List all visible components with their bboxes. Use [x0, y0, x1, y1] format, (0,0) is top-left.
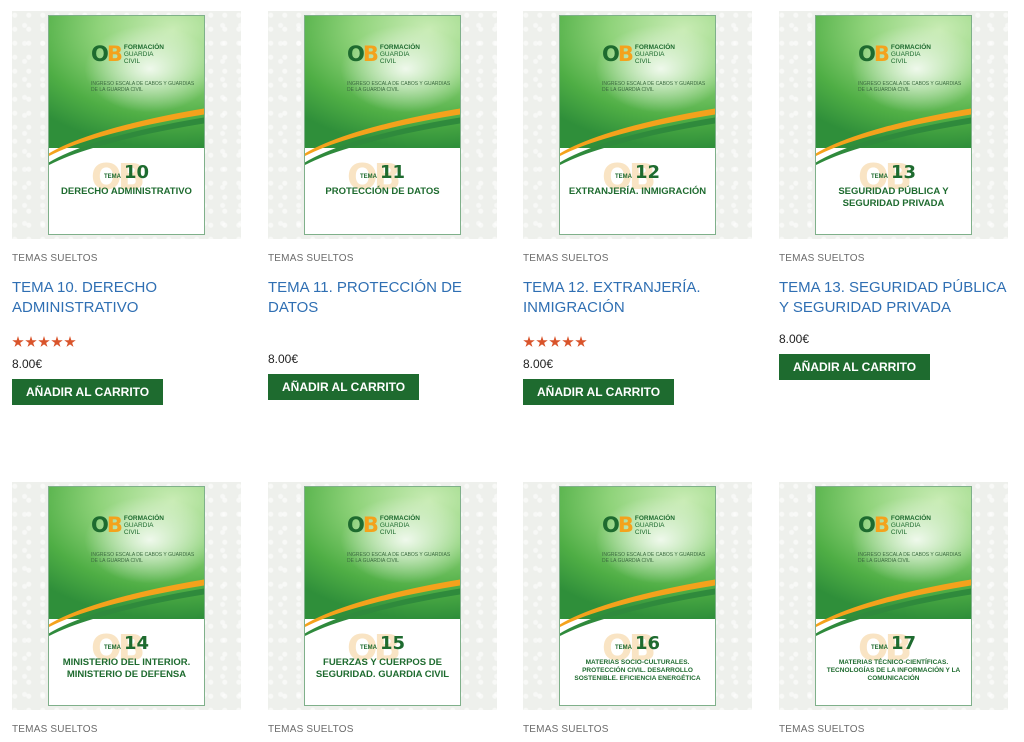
- product-category: TEMAS SUELTOS: [268, 253, 354, 264]
- star-icon: [575, 336, 587, 347]
- book-cover: OB FORMACIÓN GUARDIA CIVIL INGRESO ESCALA …: [559, 15, 716, 235]
- cover-title: EXTRANJERÍA. INMIGRACIÓN: [568, 186, 707, 197]
- product-category: TEMAS SUELTOS: [779, 253, 865, 264]
- product-title[interactable]: TEMA 13. SEGURIDAD PÚBLICA Y SEGURIDAD P…: [779, 278, 1008, 318]
- cover-subtitle: INGRESO ESCALA DE CABOS Y GUARDIAS DE LA…: [347, 81, 451, 93]
- cover-subtitle: INGRESO ESCALA DE CABOS Y GUARDIAS DE LA…: [858, 552, 962, 564]
- add-to-cart-button[interactable]: AÑADIR AL CARRITO: [12, 379, 164, 405]
- cover-subtitle: INGRESO ESCALA DE CABOS Y GUARDIAS DE LA…: [91, 552, 195, 564]
- book-cover: OB FORMACIÓN GUARDIA CIVIL INGRESO ESCALA …: [48, 15, 205, 235]
- product-category: TEMAS SUELTOS: [12, 253, 98, 264]
- star-icon: [536, 336, 548, 347]
- star-icon: [12, 336, 24, 347]
- product-title[interactable]: TEMA 12. EXTRANJERÍA. INMIGRACIÓN: [523, 278, 752, 318]
- cover-number: 14: [123, 633, 150, 654]
- brand-logo: OB FORMACIÓN GUARDIA CIVIL: [347, 513, 420, 537]
- product-image[interactable]: OB FORMACIÓN GUARDIA CIVIL INGRESO ESCALA …: [12, 482, 241, 710]
- cover-title: MATERIAS TÉCNICO-CIENTÍFICAS. TECNOLOGÍA…: [826, 659, 961, 682]
- product-image[interactable]: OB FORMACIÓN GUARDIA CIVIL INGRESO ESCALA …: [12, 11, 241, 239]
- product-card: OB FORMACIÓN GUARDIA CIVIL INGRESO ESCALA …: [779, 11, 1008, 380]
- cover-number: 10: [123, 162, 150, 183]
- book-cover: OB FORMACIÓN GUARDIA CIVIL INGRESO ESCALA …: [304, 486, 461, 706]
- cover-title: PROTECCIÓN DE DATOS: [325, 186, 440, 197]
- product-category: TEMAS SUELTOS: [12, 724, 98, 735]
- cover-subtitle: INGRESO ESCALA DE CABOS Y GUARDIAS DE LA…: [858, 81, 962, 93]
- product-category: TEMAS SUELTOS: [779, 724, 865, 735]
- book-cover: OB FORMACIÓN GUARDIA CIVIL INGRESO ESCALA …: [815, 486, 972, 706]
- product-grid: OB FORMACIÓN GUARDIA CIVIL INGRESO ESCALA …: [0, 0, 1024, 742]
- cover-subtitle: INGRESO ESCALA DE CABOS Y GUARDIAS DE LA…: [602, 552, 706, 564]
- brand-logo: OB FORMACIÓN GUARDIA CIVIL: [91, 513, 164, 537]
- product-category: TEMAS SUELTOS: [523, 253, 609, 264]
- cover-number: 13: [890, 162, 917, 183]
- product-card: OB FORMACIÓN GUARDIA CIVIL INGRESO ESCALA …: [268, 482, 497, 735]
- book-cover: OB FORMACIÓN GUARDIA CIVIL INGRESO ESCALA …: [815, 15, 972, 235]
- product-image[interactable]: OB FORMACIÓN GUARDIA CIVIL INGRESO ESCALA …: [523, 482, 752, 710]
- product-image[interactable]: OB FORMACIÓN GUARDIA CIVIL INGRESO ESCALA …: [268, 482, 497, 710]
- add-to-cart-button[interactable]: AÑADIR AL CARRITO: [268, 374, 420, 400]
- star-icon: [38, 336, 50, 347]
- cover-title: MINISTERIO DEL INTERIOR. MINISTERIO DE D…: [62, 657, 191, 680]
- book-cover: OB FORMACIÓN GUARDIA CIVIL INGRESO ESCALA …: [48, 486, 205, 706]
- product-title[interactable]: TEMA 11. PROTECCIÓN DE DATOS: [268, 278, 497, 318]
- add-to-cart-button[interactable]: AÑADIR AL CARRITO: [523, 379, 675, 405]
- star-icon: [562, 336, 574, 347]
- product-price: 8.00€: [12, 357, 43, 371]
- brand-logo: OB FORMACIÓN GUARDIA CIVIL: [602, 513, 675, 537]
- star-icon: [523, 336, 535, 347]
- product-card: OB FORMACIÓN GUARDIA CIVIL INGRESO ESCALA …: [779, 482, 1008, 735]
- cover-subtitle: INGRESO ESCALA DE CABOS Y GUARDIAS DE LA…: [602, 81, 706, 93]
- cover-subtitle: INGRESO ESCALA DE CABOS Y GUARDIAS DE LA…: [347, 552, 451, 564]
- product-category: TEMAS SUELTOS: [523, 724, 609, 735]
- product-price: 8.00€: [779, 332, 810, 346]
- product-image[interactable]: OB FORMACIÓN GUARDIA CIVIL INGRESO ESCALA …: [779, 11, 1008, 239]
- product-card: OB FORMACIÓN GUARDIA CIVIL INGRESO ESCALA …: [12, 11, 241, 405]
- cover-subtitle: INGRESO ESCALA DE CABOS Y GUARDIAS DE LA…: [91, 81, 195, 93]
- product-price: 8.00€: [523, 357, 554, 371]
- product-card: OB FORMACIÓN GUARDIA CIVIL INGRESO ESCALA …: [523, 11, 752, 405]
- brand-logo: OB FORMACIÓN GUARDIA CIVIL: [858, 42, 931, 66]
- star-rating: [12, 336, 241, 348]
- book-cover: OB FORMACIÓN GUARDIA CIVIL INGRESO ESCALA …: [304, 15, 461, 235]
- star-icon: [64, 336, 76, 347]
- brand-logo: OB FORMACIÓN GUARDIA CIVIL: [602, 42, 675, 66]
- product-title[interactable]: TEMA 10. DERECHO ADMINISTRATIVO: [12, 278, 241, 318]
- star-icon: [549, 336, 561, 347]
- product-card: OB FORMACIÓN GUARDIA CIVIL INGRESO ESCALA …: [523, 482, 752, 735]
- cover-title: DERECHO ADMINISTRATIVO: [61, 186, 192, 197]
- book-cover: OB FORMACIÓN GUARDIA CIVIL INGRESO ESCALA …: [559, 486, 716, 706]
- product-image[interactable]: OB FORMACIÓN GUARDIA CIVIL INGRESO ESCALA …: [268, 11, 497, 239]
- product-card: OB FORMACIÓN GUARDIA CIVIL INGRESO ESCALA …: [12, 482, 241, 735]
- brand-logo: OB FORMACIÓN GUARDIA CIVIL: [858, 513, 931, 537]
- star-icon: [51, 336, 63, 347]
- cover-number: 17: [890, 633, 917, 654]
- star-rating: [523, 336, 752, 348]
- cover-title: FUERZAS Y CUERPOS DE SEGURIDAD. GUARDIA …: [315, 657, 450, 680]
- product-price: 8.00€: [268, 352, 299, 366]
- product-category: TEMAS SUELTOS: [268, 724, 354, 735]
- cover-number: 16: [634, 633, 661, 654]
- cover-title: MATERIAS SOCIO-CULTURALES. PROTECCIÓN CI…: [574, 659, 701, 682]
- star-icon: [25, 336, 37, 347]
- product-card: OB FORMACIÓN GUARDIA CIVIL INGRESO ESCALA …: [268, 11, 497, 400]
- brand-logo: OB FORMACIÓN GUARDIA CIVIL: [91, 42, 164, 66]
- product-image[interactable]: OB FORMACIÓN GUARDIA CIVIL INGRESO ESCALA …: [523, 11, 752, 239]
- cover-number: 15: [379, 633, 406, 654]
- cover-number: 12: [634, 162, 661, 183]
- product-image[interactable]: OB FORMACIÓN GUARDIA CIVIL INGRESO ESCALA …: [779, 482, 1008, 710]
- cover-title: SEGURIDAD PÚBLICA Y SEGURIDAD PRIVADA: [838, 186, 949, 209]
- brand-logo: OB FORMACIÓN GUARDIA CIVIL: [347, 42, 420, 66]
- add-to-cart-button[interactable]: AÑADIR AL CARRITO: [779, 354, 931, 380]
- cover-number: 11: [379, 162, 406, 183]
